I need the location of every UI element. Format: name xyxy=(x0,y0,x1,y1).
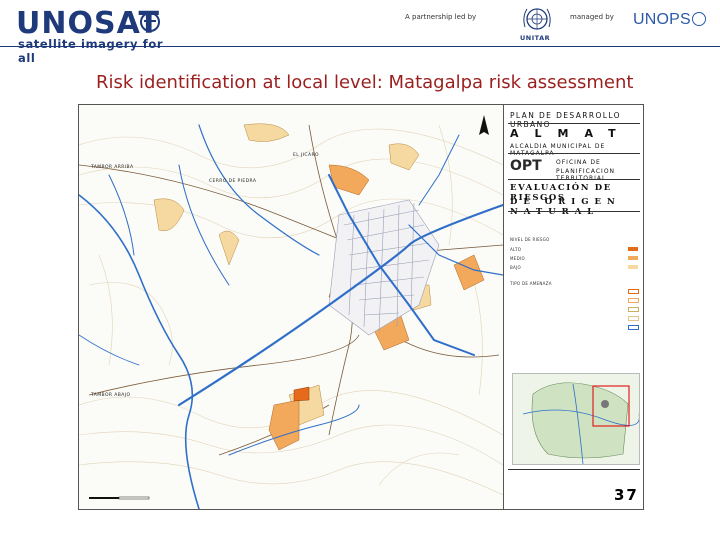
location-inset-map xyxy=(512,373,640,465)
swatch-hazard-4 xyxy=(628,316,639,321)
legend-divider xyxy=(508,179,640,180)
unops-logo-text: UNOPS xyxy=(633,11,691,28)
place-label-tambor-arriba: TAMBOR ARRIBA xyxy=(91,165,134,170)
legend-divider xyxy=(508,211,640,212)
legend-riesgo-alto: ALTO xyxy=(510,247,522,252)
logo-wordmark: UNOSAT xyxy=(16,6,160,41)
scale-bar-icon xyxy=(89,496,150,500)
managed-by-text: managed by xyxy=(570,13,614,21)
legend-riesgo-medio: MEDIO xyxy=(510,256,525,261)
legend-nivel-riesgo: NIVEL DE RIESGO xyxy=(510,237,550,242)
legend-divider xyxy=(508,469,640,470)
sheet-number: 37 xyxy=(614,486,639,504)
legend-origen: DE ORIGEN NATURAL xyxy=(510,197,621,217)
swatch-hazard-3 xyxy=(628,307,639,312)
legend-divider xyxy=(508,123,640,124)
inset-drawing xyxy=(522,382,640,465)
unitar-label: UNITAR xyxy=(520,34,551,42)
legend-almat: ALMAT xyxy=(510,127,632,140)
legend-riesgo-bajo: BAJO xyxy=(510,265,522,270)
unops-globe-icon xyxy=(692,12,706,26)
swatch-hazard-5 xyxy=(628,325,639,330)
swatch-hazard-2 xyxy=(628,298,639,303)
map-drawing xyxy=(79,105,503,509)
un-emblem-icon xyxy=(523,8,551,30)
risk-map: EL JICARO TAMBOR ARRIBA CERRO DE PIEDRA … xyxy=(78,104,644,510)
logo-tagline: satellite imagery for all xyxy=(18,37,164,65)
swatch-high-risk xyxy=(628,247,638,251)
legend-divider xyxy=(508,153,640,154)
opt-logo: OPT xyxy=(510,158,542,174)
legend-oficina: OFICINA DE xyxy=(556,159,601,166)
swatch-medium-risk xyxy=(628,256,638,260)
place-label-el-jicaro: EL JICARO xyxy=(293,153,319,158)
unosat-logo: UNOSAT satellite imagery for all xyxy=(6,4,166,65)
swatch-hazard-1 xyxy=(628,289,639,294)
un-globe-icon xyxy=(140,12,160,32)
partnership-text: A partnership led by xyxy=(405,13,477,21)
map-legend: PLAN DE DESARROLLO URBANO ALMAT ALCALDIA… xyxy=(503,105,643,509)
place-label-tambor-abajo: TAMBOR ABAJO xyxy=(91,393,131,398)
swatch-low-risk xyxy=(628,265,638,269)
slide-title: Risk identification at local level: Mata… xyxy=(96,72,634,93)
place-label-cerro-de-piedra: CERRO DE PIEDRA xyxy=(209,179,257,184)
legend-alcaldia: ALCALDIA MUNICIPAL DE MATAGALPA xyxy=(510,143,606,157)
legend-tipo-amenaza: TIPO DE AMENAZA xyxy=(510,281,552,286)
header-divider xyxy=(0,46,720,47)
